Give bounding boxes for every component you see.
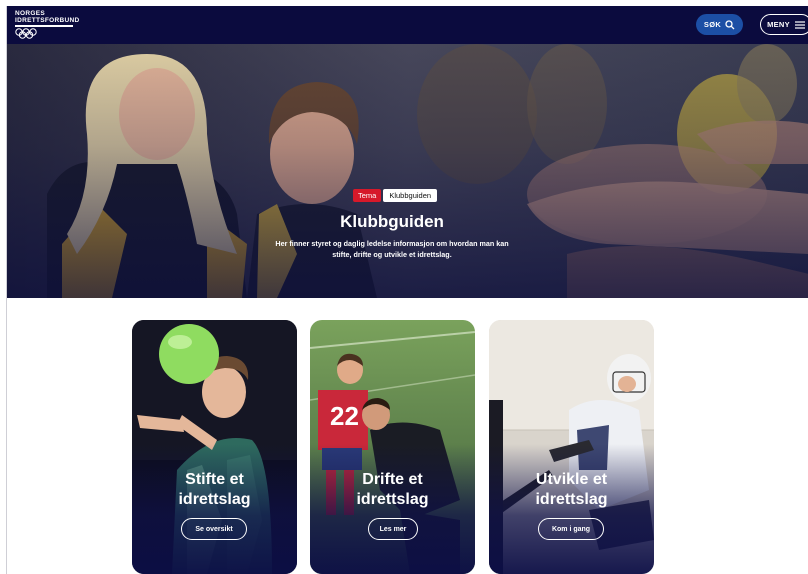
logo-text-line1: NORGES: [15, 10, 45, 17]
se-oversikt-button[interactable]: Se oversikt: [181, 518, 247, 540]
card-title-line1: Stifte et: [185, 471, 244, 488]
kom-i-gang-button[interactable]: Kom i gang: [538, 518, 604, 540]
site-header: NORGES IDRETTSFORBUND SØK MENY: [7, 6, 808, 44]
page: NORGES IDRETTSFORBUND SØK MENY Tema Klub…: [6, 6, 808, 574]
card-title-line1: Drifte et: [362, 471, 423, 488]
hero-banner: Tema Klubbguiden Klubbguiden Her finner …: [7, 44, 808, 298]
card-title-line2: idrettslag: [535, 491, 608, 508]
card-title-line1: Utvikle et: [535, 471, 608, 488]
card-title-line2: idrettslag: [178, 491, 251, 508]
card-title: Utvikle et idrettslag: [489, 470, 654, 510]
tag-tema[interactable]: Tema: [353, 189, 382, 202]
menu-button[interactable]: MENY: [760, 14, 808, 35]
logo-text-line2: IDRETTSFORBUND: [15, 17, 80, 24]
svg-text:22: 22: [330, 401, 359, 431]
hamburger-icon: [794, 20, 805, 29]
search-button[interactable]: SØK: [696, 14, 743, 35]
les-mer-button[interactable]: Les mer: [368, 518, 418, 540]
card-title-line2: idrettslag: [356, 491, 429, 508]
logo-bar: [15, 25, 73, 27]
page-title: Klubbguiden: [340, 212, 444, 231]
olympic-rings-icon: [15, 28, 37, 39]
card-utvikle[interactable]: Utvikle et idrettslag Kom i gang: [489, 320, 654, 574]
search-label: SØK: [703, 20, 722, 29]
hero-description: Her finner styret og daglig ledelse info…: [275, 239, 509, 259]
tag-klubbguiden[interactable]: Klubbguiden: [383, 189, 438, 202]
card-title: Stifte et idrettslag: [132, 470, 297, 510]
hero-tags: Tema Klubbguiden: [353, 189, 438, 202]
search-icon: [725, 19, 735, 29]
nif-logo[interactable]: NORGES IDRETTSFORBUND: [15, 10, 79, 40]
card-title: Drifte et idrettslag: [310, 470, 475, 510]
menu-label: MENY: [767, 20, 790, 29]
card-drifte[interactable]: 22 Drifte et idrettslag Les mer: [310, 320, 475, 574]
card-stifte[interactable]: Stifte et idrettslag Se oversikt: [132, 320, 297, 574]
